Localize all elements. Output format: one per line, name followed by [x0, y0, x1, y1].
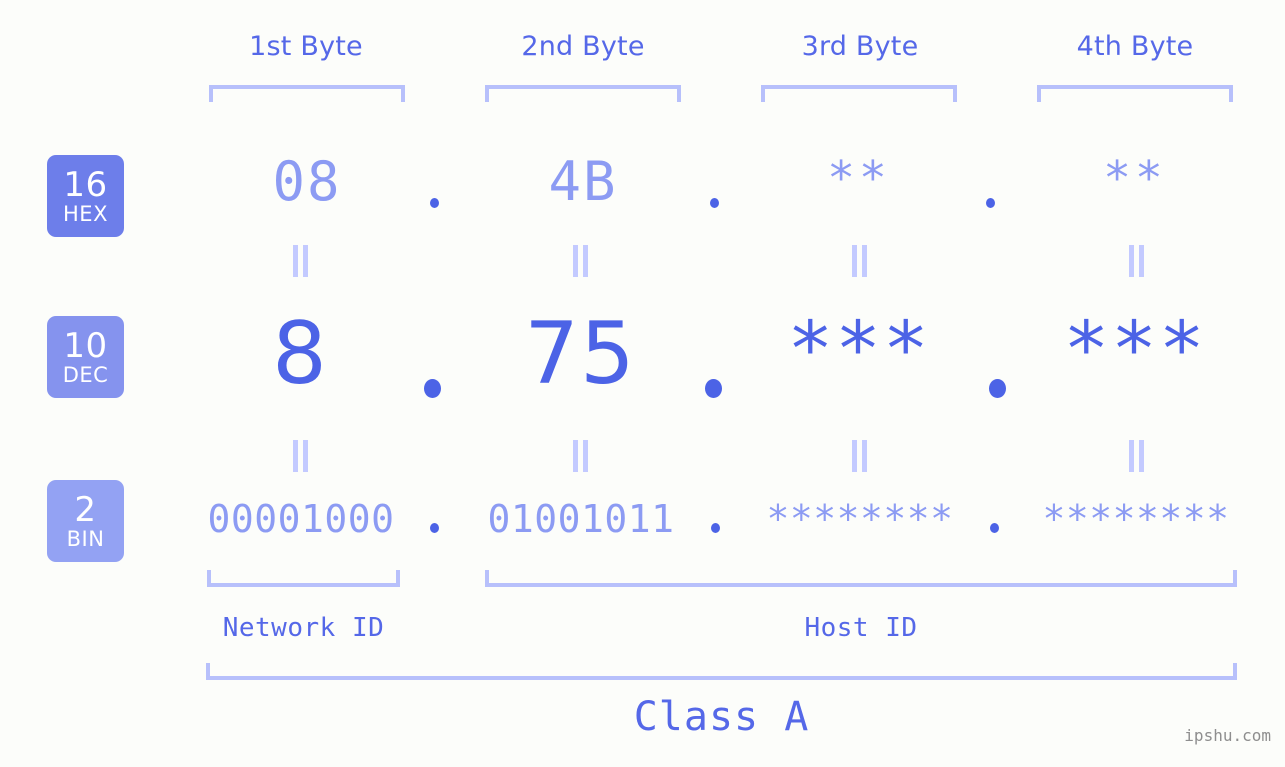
host-id-bracket [485, 570, 1237, 587]
byte-header-2: 2nd Byte [521, 31, 645, 62]
base-badge-hex-label: HEX [63, 201, 108, 226]
base-badge-bin-label: BIN [66, 526, 105, 551]
host-id-label: Host ID [804, 613, 918, 643]
base-badge-dec: 10 DEC [47, 316, 124, 398]
equals-mark-hex-dec-3 [849, 245, 869, 277]
class-label: Class A [633, 694, 810, 740]
bin-dot-separator-1 [430, 523, 439, 533]
ip-address-breakdown-diagram: 1st Byte 2nd Byte 3rd Byte 4th Byte 16 H… [0, 0, 1285, 767]
hex-dot-separator-1 [430, 198, 439, 208]
bin-dot-separator-2 [711, 523, 720, 533]
dec-dot-separator-1 [424, 379, 441, 398]
bin-byte-2: 01001011 [487, 497, 675, 541]
base-badge-bin-number: 2 [74, 489, 97, 530]
byte-header-3: 3rd Byte [801, 31, 919, 62]
dec-byte-1: 8 [272, 304, 328, 404]
dec-byte-2: 75 [524, 304, 636, 404]
network-id-label: Network ID [222, 613, 385, 643]
equals-mark-hex-dec-1 [290, 245, 310, 277]
dec-byte-4: *** [1063, 304, 1207, 393]
hex-byte-3: ** [827, 151, 891, 205]
hex-byte-1: 08 [272, 150, 342, 213]
base-badge-hex: 16 HEX [47, 155, 124, 237]
site-watermark: ipshu.com [1184, 726, 1271, 745]
equals-mark-dec-bin-4 [1126, 440, 1146, 472]
base-badge-dec-number: 10 [63, 325, 108, 366]
hex-dot-separator-3 [986, 198, 995, 208]
equals-mark-hex-dec-4 [1126, 245, 1146, 277]
dec-byte-3: *** [787, 304, 931, 393]
bin-byte-3: ******** [766, 497, 954, 541]
byte-bracket-3 [761, 85, 957, 102]
byte-bracket-4 [1037, 85, 1233, 102]
class-bracket [206, 663, 1237, 680]
equals-mark-dec-bin-2 [570, 440, 590, 472]
equals-mark-dec-bin-1 [290, 440, 310, 472]
base-badge-hex-number: 16 [63, 164, 108, 205]
equals-mark-hex-dec-2 [570, 245, 590, 277]
byte-header-4: 4th Byte [1076, 31, 1194, 62]
dec-dot-separator-3 [989, 379, 1006, 398]
byte-header-1: 1st Byte [249, 31, 363, 62]
bin-dot-separator-3 [990, 523, 999, 533]
hex-byte-4: ** [1103, 151, 1167, 205]
network-id-bracket [207, 570, 400, 587]
hex-dot-separator-2 [710, 198, 719, 208]
base-badge-dec-label: DEC [62, 362, 109, 387]
base-badge-bin: 2 BIN [47, 480, 124, 562]
hex-byte-2: 4B [548, 150, 618, 213]
byte-bracket-1 [209, 85, 405, 102]
dec-dot-separator-2 [705, 379, 722, 398]
bin-byte-4: ******** [1042, 497, 1230, 541]
bin-byte-1: 00001000 [207, 497, 395, 541]
equals-mark-dec-bin-3 [849, 440, 869, 472]
byte-bracket-2 [485, 85, 681, 102]
